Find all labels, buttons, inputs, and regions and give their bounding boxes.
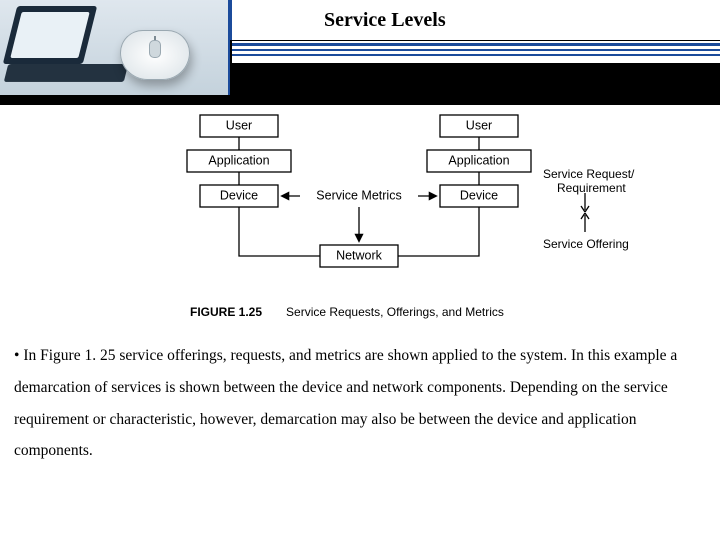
laptop-mouse-graphic — [0, 0, 230, 95]
label-service-metrics: Service Metrics — [316, 188, 401, 202]
body-copy: In Figure 1. 25 service offerings, reque… — [14, 347, 677, 459]
stripe-line — [232, 54, 720, 56]
figure-caption-line: FIGURE 1.25 Service Requests, Offerings,… — [190, 305, 504, 319]
header-stripes — [232, 41, 720, 63]
page-title: Service Levels — [324, 9, 446, 32]
stripe-line — [232, 49, 720, 51]
title-container: Service Levels — [232, 0, 720, 40]
bullet-icon: • — [14, 347, 19, 364]
box-user-left: User — [226, 118, 252, 132]
laptop-icon — [3, 6, 97, 64]
figure-caption: Service Requests, Offerings, and Metrics — [286, 305, 504, 319]
keyboard-icon — [4, 64, 128, 82]
body-paragraph: • In Figure 1. 25 service offerings, req… — [14, 340, 706, 467]
service-levels-diagram: .bx { fill:#fff; stroke:#000; stroke-wid… — [165, 110, 660, 305]
box-application-left: Application — [208, 153, 269, 167]
box-network: Network — [336, 248, 383, 262]
box-user-right: User — [466, 118, 492, 132]
label-service-offering: Service Offering — [543, 237, 629, 251]
slide-header: Service Levels — [0, 0, 720, 105]
figure-label: FIGURE 1.25 — [190, 305, 262, 319]
stripe-line — [232, 43, 720, 46]
label-service-request: Service Request/ Requirement — [543, 167, 638, 195]
box-device-left: Device — [220, 188, 258, 202]
box-device-right: Device — [460, 188, 498, 202]
box-application-right: Application — [448, 153, 509, 167]
mouse-icon — [120, 30, 190, 80]
diagram-area: .bx { fill:#fff; stroke:#000; stroke-wid… — [0, 105, 720, 330]
